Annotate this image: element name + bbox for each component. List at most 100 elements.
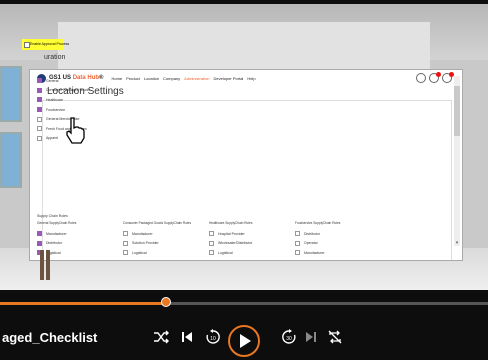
role-label: Distributor: [46, 241, 62, 246]
role-label: Operator: [304, 241, 318, 246]
supply-column-title: General SupplyChain Roles: [37, 221, 77, 225]
checkbox[interactable]: [37, 126, 42, 132]
supply-column-title: Healthcare SupplyChain Roles: [209, 221, 253, 225]
industry-row[interactable]: Foodservice: [37, 105, 90, 115]
role-label: Manufacturer: [46, 231, 67, 236]
hand-pointer-icon: [66, 117, 85, 144]
role-row[interactable]: Manufacturer: [37, 229, 123, 239]
role-label: Manufacturer: [304, 250, 325, 255]
section-title: uration: [44, 54, 66, 61]
role-row[interactable]: Solution Provider: [123, 239, 209, 249]
supply-column: Foodservice SupplyChain Roles Distributo…: [295, 221, 381, 258]
checkbox[interactable]: [123, 240, 128, 246]
progress-fill: [0, 302, 166, 305]
play-button[interactable]: [228, 325, 260, 357]
nav-item-help[interactable]: Help: [247, 76, 255, 81]
supply-chain-heading: Supply Chain Roles: [37, 214, 68, 218]
role-row[interactable]: Hospital Provider: [209, 229, 295, 239]
checkbox[interactable]: [37, 231, 42, 237]
industry-label: General: [46, 78, 59, 83]
approval-checkbox[interactable]: [24, 42, 30, 48]
svg-text:30: 30: [286, 336, 292, 342]
nav-items: Home Product Location Company Administra…: [111, 76, 255, 81]
notification-icon[interactable]: [429, 72, 441, 83]
industry-row[interactable]: Consumer Packaged Goods: [37, 86, 90, 96]
checkbox[interactable]: [37, 116, 42, 122]
progress-track[interactable]: [0, 302, 488, 305]
role-row[interactable]: Manufacturer: [295, 248, 381, 258]
role-row[interactable]: Manufacturer: [123, 229, 209, 239]
role-row[interactable]: Operator: [295, 239, 381, 249]
role-row[interactable]: Distributor: [37, 239, 123, 249]
role-label: Wholesaler/Distributor: [218, 241, 253, 246]
industry-label: Consumer Packaged Goods: [46, 88, 90, 93]
cloud-icon[interactable]: [416, 73, 426, 83]
checkbox[interactable]: [295, 240, 300, 246]
role-label: Logistical: [132, 250, 147, 255]
shuffle-icon[interactable]: [152, 328, 170, 346]
checkbox[interactable]: [295, 250, 300, 256]
svg-text:10: 10: [210, 336, 216, 342]
nav-item-product[interactable]: Product: [126, 76, 140, 81]
person-figure: [40, 250, 50, 280]
supply-column: Healthcare SupplyChain Roles Hospital Pr…: [209, 221, 295, 258]
supply-column: Consumer Packaged Goods SupplyChain Role…: [123, 221, 209, 258]
nav-item-home[interactable]: Home: [111, 76, 122, 81]
supply-column-title: Consumer Packaged Goods SupplyChain Role…: [123, 221, 192, 225]
checkbox[interactable]: [123, 231, 128, 237]
scrollbar-thumb[interactable]: [454, 86, 460, 136]
nav-item-administration[interactable]: Administration: [184, 76, 209, 81]
checkbox[interactable]: [37, 78, 42, 84]
scroll-down-icon[interactable]: ▾: [454, 240, 460, 246]
next-icon[interactable]: [302, 328, 320, 346]
video-frame: GS1 US Data Hub® Home Product Location C…: [0, 4, 488, 290]
role-row[interactable]: Wholesaler/Distributor: [209, 239, 295, 249]
notification-badge: [436, 72, 441, 77]
nav-item-developer-portal[interactable]: Developer Portal: [214, 76, 244, 81]
industry-row[interactable]: Healthcare: [37, 95, 90, 105]
nav-icons: [416, 72, 454, 83]
brand-suffix: ®: [99, 75, 104, 81]
checkbox[interactable]: [37, 87, 42, 93]
role-label: Logistical: [218, 250, 233, 255]
progress-knob[interactable]: [160, 297, 171, 307]
enable-approval-checkbox[interactable]: Enable Approval Process: [22, 39, 69, 50]
rewind-10-icon[interactable]: 10: [204, 328, 222, 346]
checkbox[interactable]: [209, 240, 214, 246]
nav-item-company[interactable]: Company: [163, 76, 180, 81]
scrollbar[interactable]: ▾: [454, 76, 460, 246]
role-label: Hospital Provider: [218, 231, 245, 236]
role-label: Solution Provider: [132, 241, 159, 246]
window: [0, 132, 22, 188]
repeat-off-icon[interactable]: [326, 328, 344, 346]
checkbox[interactable]: [37, 97, 42, 103]
nav-item-location[interactable]: Location: [144, 76, 159, 81]
industry-label: Healthcare: [46, 97, 63, 102]
checkbox[interactable]: [37, 107, 42, 113]
checkbox[interactable]: [209, 231, 214, 237]
forward-30-icon[interactable]: 30: [280, 328, 298, 346]
role-row[interactable]: Logistical: [123, 248, 209, 258]
user-icon[interactable]: [442, 72, 454, 83]
checkbox[interactable]: [295, 231, 300, 237]
role-label: Distributor: [304, 231, 320, 236]
role-row[interactable]: Logistical: [209, 248, 295, 258]
checkbox[interactable]: [123, 250, 128, 256]
role-label: Manufacturer: [132, 231, 153, 236]
top-nav: GS1 US Data Hub® Home Product Location C…: [30, 70, 462, 86]
industry-label: Apparel: [46, 136, 59, 141]
checkbox[interactable]: [209, 250, 214, 256]
industry-row[interactable]: General: [37, 76, 90, 86]
previous-icon[interactable]: [178, 328, 196, 346]
checkbox[interactable]: [37, 240, 42, 246]
approval-label: Enable Approval Process: [30, 42, 70, 46]
play-icon: [240, 334, 251, 348]
supply-chain-columns: General SupplyChain Roles Manufacturer D…: [37, 221, 381, 258]
video-player: GS1 US Data Hub® Home Product Location C…: [0, 0, 488, 360]
media-title: aged_Checklist: [2, 330, 98, 345]
supply-column-title: Foodservice SupplyChain Roles: [295, 221, 341, 225]
role-row[interactable]: Distributor: [295, 229, 381, 239]
window: [0, 66, 22, 122]
industry-label: Foodservice: [46, 107, 66, 112]
checkbox[interactable]: [37, 135, 42, 141]
